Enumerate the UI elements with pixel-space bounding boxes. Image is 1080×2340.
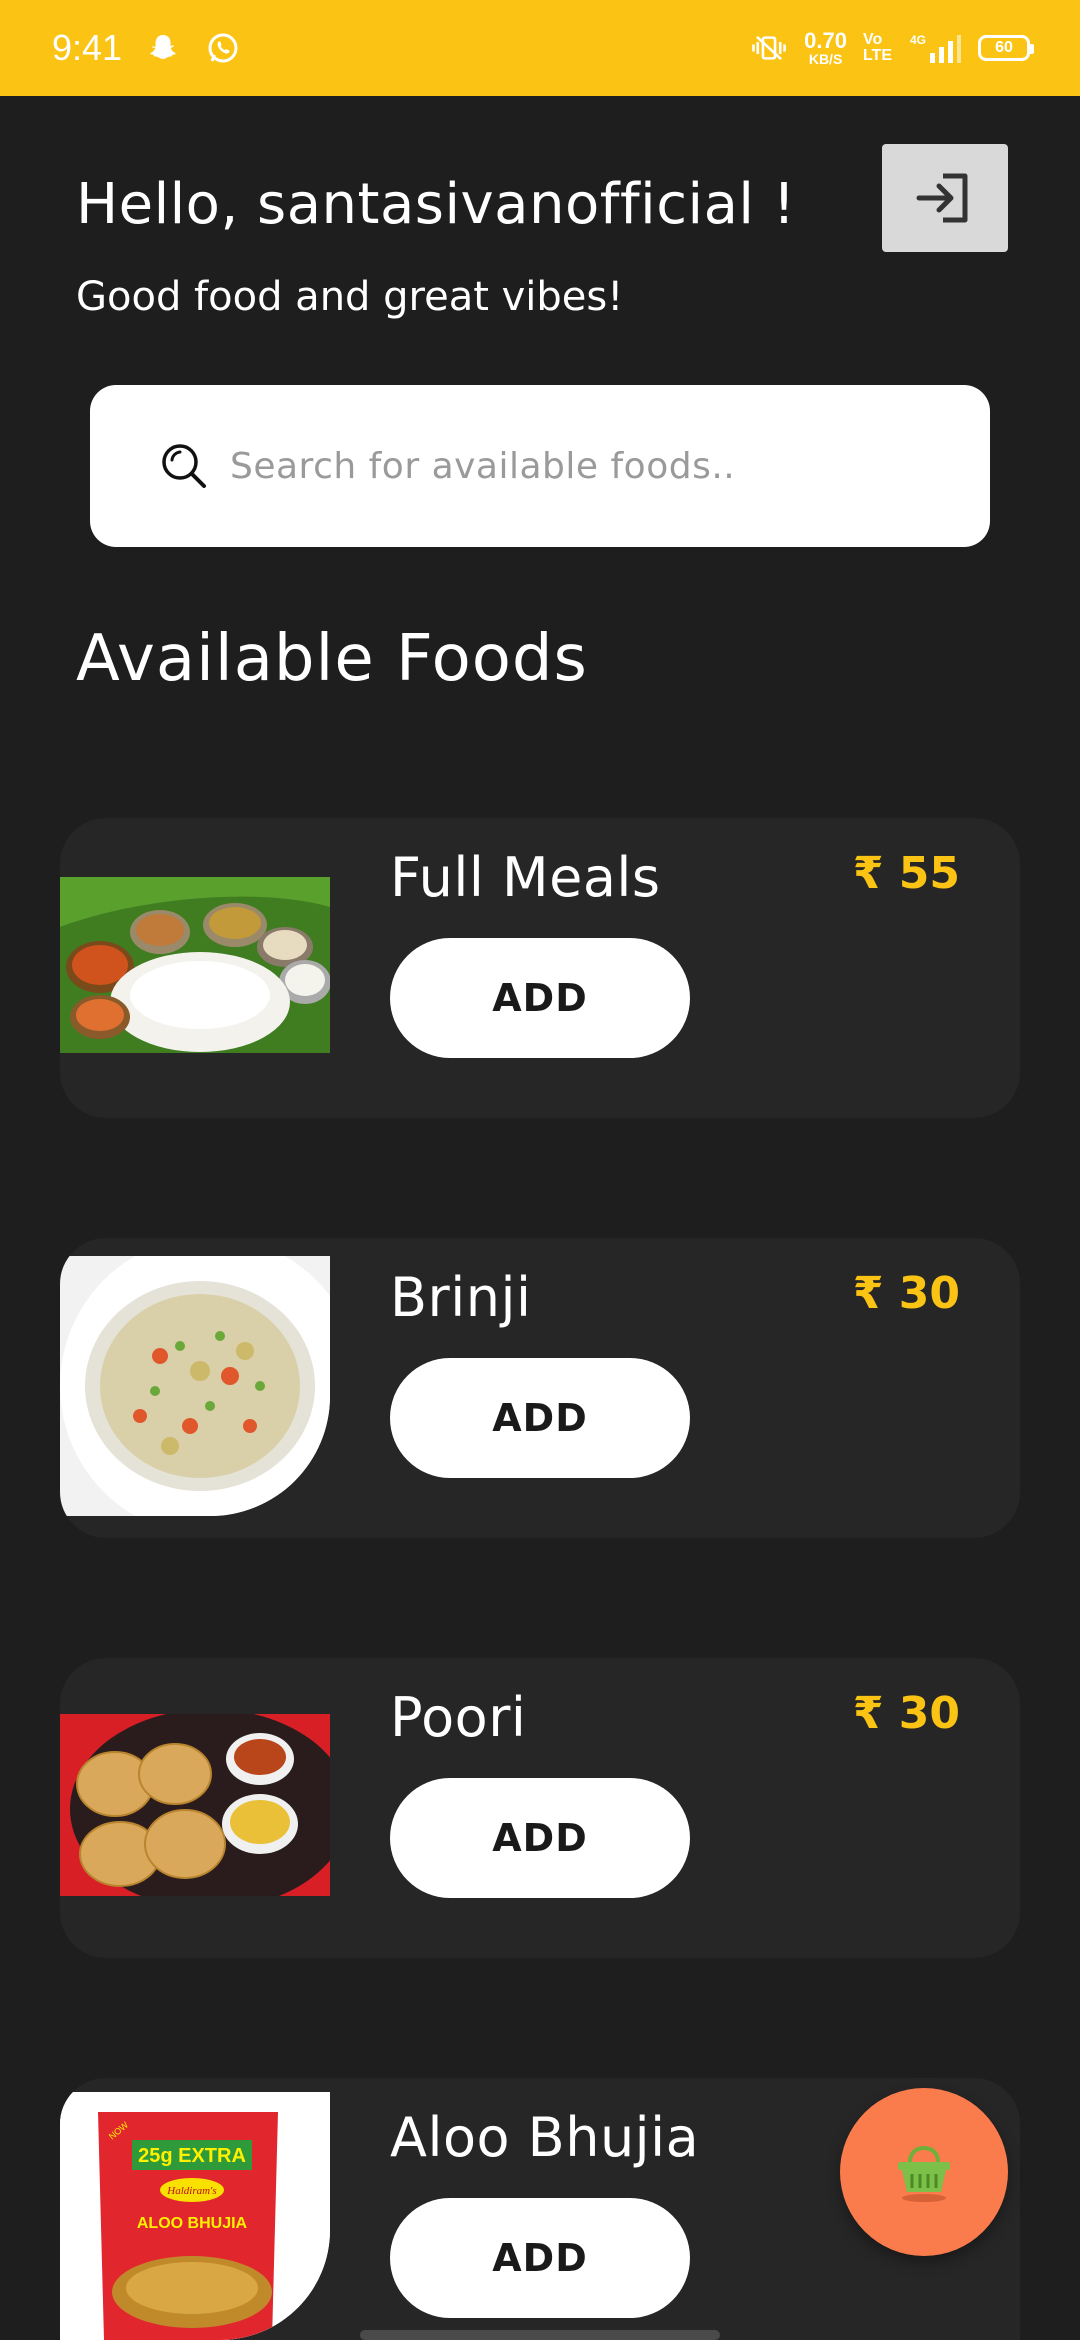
add-button[interactable]: ADD: [390, 938, 690, 1058]
network-type-label: 4G: [910, 33, 926, 47]
tagline: Good food and great vibes!: [76, 274, 624, 320]
add-button[interactable]: ADD: [390, 1358, 690, 1478]
food-image-thali: [60, 877, 330, 1053]
packet-product: ALOO BHUJIA: [137, 2215, 248, 2232]
packet-badge: 25g EXTRA: [138, 2145, 246, 2167]
food-name: Aloo Bhujia: [390, 2106, 700, 2169]
food-name: Brinji: [390, 1266, 532, 1329]
volte-bottom: LTE: [862, 47, 892, 64]
basket-icon: [898, 2145, 950, 2202]
food-image-brinji: [60, 1256, 330, 1516]
status-time: 9:41: [52, 27, 123, 68]
food-price: ₹ 55: [852, 848, 960, 899]
home-indicator[interactable]: [360, 2330, 720, 2340]
food-image-aloo-bhujia: 25g EXTRA NOW Haldiram's ALOO BHUJIA: [60, 2092, 330, 2340]
food-card: Poori ₹ 30 ADD: [60, 1658, 1020, 1958]
vibrate-icon: [750, 29, 788, 67]
food-name: Poori: [390, 1686, 527, 1749]
food-name: Full Meals: [390, 846, 661, 909]
search-bar[interactable]: [90, 385, 990, 547]
signal-icon: 4G: [908, 29, 962, 67]
whatsapp-icon: [204, 29, 242, 67]
network-speed: 0.70 KB/S: [804, 28, 847, 67]
battery-indicator: 60: [978, 35, 1034, 61]
section-title: Available Foods: [76, 622, 588, 696]
add-button[interactable]: ADD: [390, 2198, 690, 2318]
cart-button[interactable]: [840, 2088, 1008, 2256]
volte-top: Vo: [862, 31, 883, 48]
speed-unit: KB/S: [808, 51, 843, 67]
food-card: Full Meals ₹ 55 ADD: [60, 818, 1020, 1118]
speed-value: 0.70: [804, 28, 847, 53]
food-image-poori: [60, 1714, 330, 1896]
packet-brand: Haldiram's: [166, 2185, 216, 2197]
add-button[interactable]: ADD: [390, 1778, 690, 1898]
login-arrow-icon: [916, 173, 968, 223]
status-right: 0.70 KB/S Vo LTE 4G 60: [750, 28, 1034, 67]
volte-indicator: Vo LTE: [863, 32, 892, 64]
search-icon: [162, 444, 206, 488]
greeting-title: Hello, santasivanofficial !: [76, 172, 796, 237]
food-card: Brinji ₹ 30 ADD: [60, 1238, 1020, 1538]
food-price: ₹ 30: [852, 1688, 960, 1739]
snapchat-icon: [144, 29, 182, 67]
logout-button[interactable]: [882, 144, 1008, 252]
status-left: 9:41: [52, 27, 242, 69]
food-price: ₹ 30: [852, 1268, 960, 1319]
status-bar: 9:41 0.70 KB/S Vo LTE 4G 60: [0, 0, 1080, 96]
search-input[interactable]: [230, 445, 870, 487]
